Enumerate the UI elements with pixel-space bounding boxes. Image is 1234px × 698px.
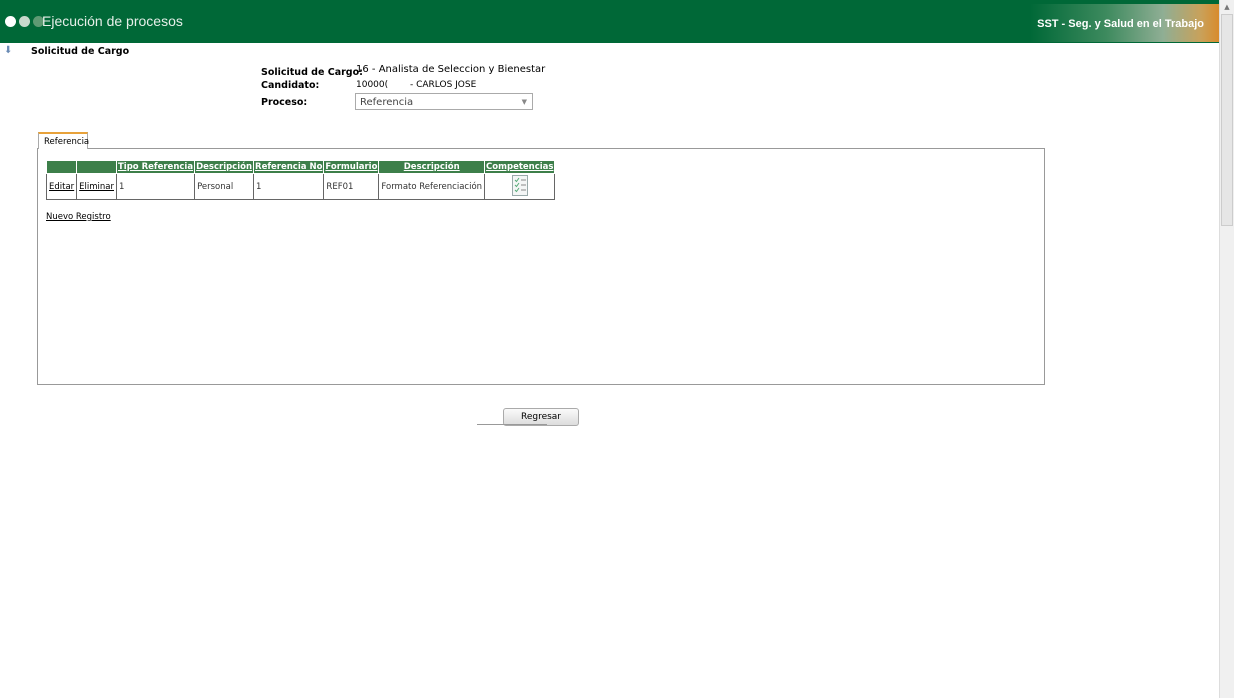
cell-referencia-no: 1 bbox=[253, 173, 325, 200]
column-header: Competencias bbox=[484, 160, 556, 174]
column-header[interactable]: Formulario bbox=[323, 160, 380, 174]
edit-link[interactable]: Editar bbox=[49, 182, 74, 192]
tab-panel: Tipo Referencia Descripción Referencia N… bbox=[37, 148, 1045, 385]
table-header-row: Tipo Referencia Descripción Referencia N… bbox=[45, 160, 556, 174]
page-title: Ejecución de procesos bbox=[42, 13, 183, 29]
candidato-name: - CARLOS JOSE bbox=[410, 80, 477, 90]
solicitud-label: Solicitud de Cargo: bbox=[261, 67, 363, 78]
solicitud-value: 16 - Analista de Seleccion y Bienestar bbox=[356, 64, 546, 75]
column-header[interactable]: Tipo Referencia bbox=[115, 160, 196, 174]
column-header[interactable]: Referencia No bbox=[253, 160, 325, 174]
brand-text: SST - Seg. y Salud en el Trabajo bbox=[1037, 18, 1204, 30]
section-arrow-icon: ⬇ bbox=[4, 45, 13, 56]
column-header bbox=[45, 160, 78, 174]
cell-competencias bbox=[484, 173, 556, 200]
divider bbox=[477, 424, 547, 425]
references-table: Tipo Referencia Descripción Referencia N… bbox=[45, 160, 556, 200]
column-header bbox=[76, 160, 117, 174]
dot-icon bbox=[5, 16, 16, 27]
checklist-icon[interactable] bbox=[511, 174, 528, 196]
chevron-down-icon: ▼ bbox=[521, 98, 527, 106]
scroll-thumb[interactable] bbox=[1221, 14, 1233, 226]
cell-tipo: 1 bbox=[115, 173, 196, 200]
cell-descripcion-formulario: Formato Referenciación bbox=[378, 173, 486, 200]
section-title: Solicitud de Cargo bbox=[31, 46, 130, 57]
scroll-up-icon[interactable]: ▲ bbox=[1220, 0, 1234, 14]
cell-descripcion: Personal bbox=[194, 173, 255, 200]
delete-link[interactable]: Eliminar bbox=[79, 182, 114, 192]
brand-banner: SST - Seg. y Salud en el Trabajo bbox=[1030, 4, 1220, 42]
tab-referencia[interactable]: Referencia bbox=[38, 132, 89, 149]
table-row: Editar Eliminar 1 Personal 1 REF01 Forma… bbox=[45, 173, 556, 200]
app-header: Ejecución de procesos SST - Seg. y Salud… bbox=[0, 0, 1220, 43]
candidato-label: Candidato: bbox=[261, 80, 320, 91]
dot-icon bbox=[19, 16, 30, 27]
column-header[interactable]: Descripción bbox=[378, 160, 486, 174]
proceso-select[interactable]: Referencia ▼ bbox=[355, 93, 533, 110]
candidato-id: 10000( bbox=[356, 80, 389, 90]
vertical-scrollbar[interactable]: ▲ bbox=[1219, 0, 1234, 698]
new-record-link[interactable]: Nuevo Registro bbox=[46, 212, 111, 222]
window-dots bbox=[5, 16, 44, 27]
proceso-label: Proceso: bbox=[261, 97, 308, 108]
cell-formulario: REF01 bbox=[323, 173, 380, 200]
proceso-value: Referencia bbox=[360, 97, 414, 108]
column-header[interactable]: Descripción bbox=[194, 160, 255, 174]
